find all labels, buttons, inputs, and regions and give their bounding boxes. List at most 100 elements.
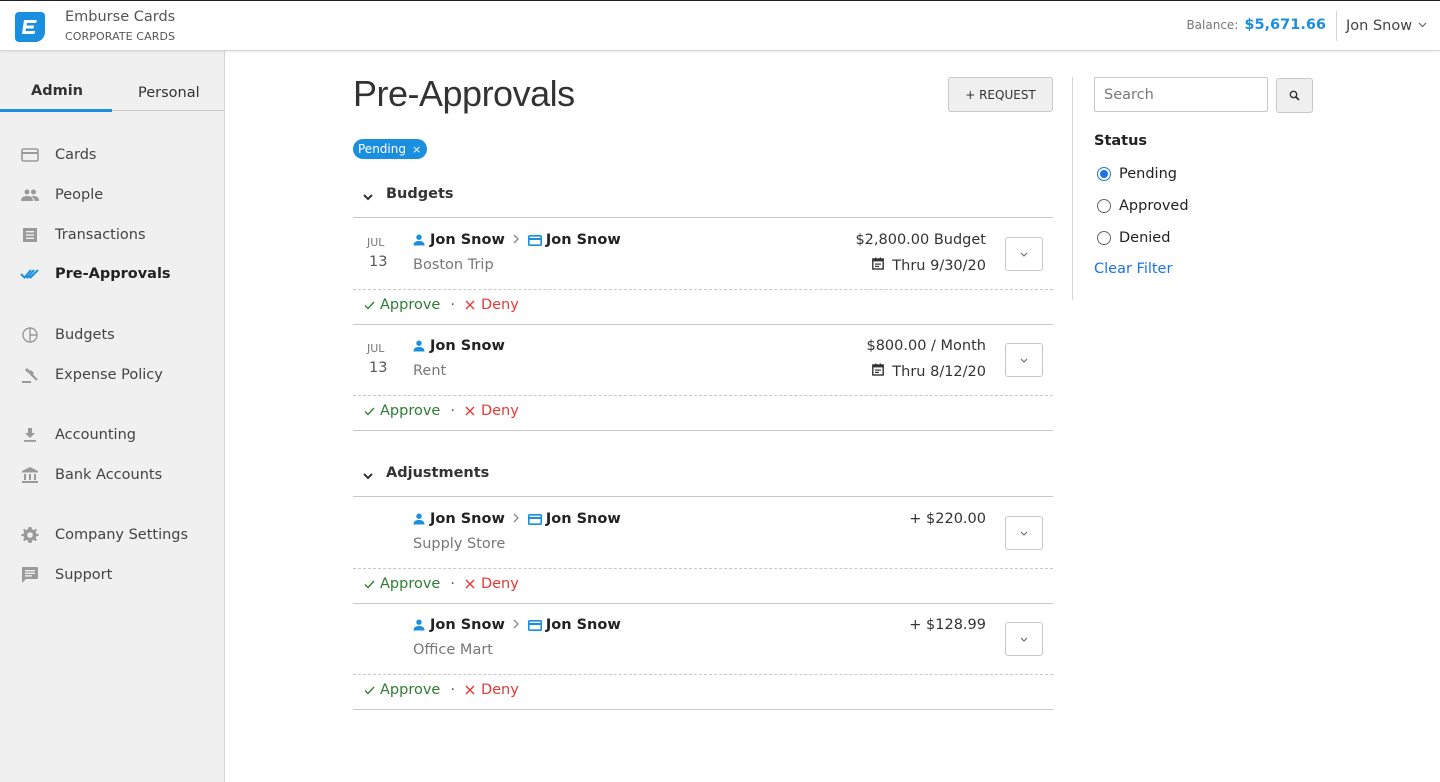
approve-button[interactable]: Approve — [364, 297, 440, 313]
sidebar-item-people[interactable]: People — [0, 183, 224, 207]
user-menu[interactable]: Jon Snow — [1346, 18, 1427, 34]
person-icon — [413, 234, 425, 246]
person-icon — [413, 513, 425, 525]
participants: Jon Snow Jon Snow — [413, 511, 621, 527]
receipt-icon — [20, 225, 40, 245]
deny-button[interactable]: Deny — [465, 576, 519, 592]
status-radio-approved[interactable]: Approved — [1097, 198, 1189, 214]
sidebar-item-support[interactable]: Support — [0, 563, 224, 587]
brand-name: Emburse Cards — [65, 9, 176, 25]
status-radio-pending[interactable]: Pending — [1097, 166, 1177, 182]
filter-chip-label: Pending — [358, 142, 406, 156]
to-card: Jon Snow — [545, 511, 621, 527]
tab-admin[interactable]: Admin — [31, 83, 83, 99]
list-item: Jon Snow Jon Snow Supply Store + $220.00… — [353, 498, 1053, 604]
expand-button[interactable] — [1005, 343, 1043, 377]
person-icon — [413, 619, 425, 631]
participants: Jon Snow Jon Snow — [413, 617, 621, 633]
sidebar-item-company-settings[interactable]: Company Settings — [0, 523, 224, 547]
close-icon — [465, 300, 475, 310]
check-icon — [364, 580, 375, 588]
from-user: Jon Snow — [430, 617, 505, 633]
sidebar-item-label: Cards — [55, 147, 97, 163]
from-user: Jon Snow — [430, 338, 505, 354]
divider — [1072, 77, 1073, 300]
approve-button[interactable]: Approve — [364, 576, 440, 592]
divider — [353, 674, 1053, 675]
separator: · — [450, 297, 455, 313]
calendar-icon — [872, 363, 885, 380]
people-icon — [20, 185, 40, 205]
approve-button[interactable]: Approve — [364, 682, 440, 698]
sidebar-item-expense-policy[interactable]: Expense Policy — [0, 363, 224, 387]
clear-filter-link[interactable]: Clear Filter — [1094, 261, 1172, 277]
expand-button[interactable] — [1005, 237, 1043, 271]
chat-icon — [20, 565, 40, 585]
search-icon — [1289, 90, 1300, 101]
divider — [1336, 11, 1337, 41]
close-icon — [465, 685, 475, 695]
request-button[interactable]: + REQUEST — [948, 77, 1053, 112]
search-button[interactable] — [1276, 78, 1313, 113]
chevron-right-icon — [513, 618, 519, 632]
sidebar: Admin Personal Cards People Transactions… — [0, 51, 225, 782]
emburse-logo-icon[interactable] — [15, 12, 45, 42]
approve-label: Approve — [380, 576, 441, 592]
sidebar-item-transactions[interactable]: Transactions — [0, 223, 224, 247]
status-radio-denied[interactable]: Denied — [1097, 230, 1170, 246]
approve-button[interactable]: Approve — [364, 403, 440, 419]
item-description: Rent — [413, 363, 447, 379]
thru-date: Thru 9/30/20 — [892, 257, 986, 274]
deny-button[interactable]: Deny — [465, 682, 519, 698]
sidebar-item-label: Pre-Approvals — [55, 266, 171, 282]
separator: · — [450, 403, 455, 419]
expand-button[interactable] — [1005, 622, 1043, 656]
divider — [353, 289, 1053, 290]
radio-unchecked[interactable] — [1097, 231, 1111, 245]
radio-label: Denied — [1119, 230, 1171, 246]
item-actions: Approve · Deny — [364, 576, 519, 592]
deny-button[interactable]: Deny — [465, 403, 519, 419]
card-icon — [527, 234, 542, 246]
sidebar-item-label: People — [55, 187, 104, 203]
top-bar: Emburse Cards CORPORATE CARDS Balance: $… — [0, 0, 1440, 51]
chevron-right-icon — [513, 512, 519, 526]
double-check-icon — [20, 264, 40, 284]
sidebar-item-bank-accounts[interactable]: Bank Accounts — [0, 463, 224, 487]
tab-personal[interactable]: Personal — [138, 85, 200, 101]
filter-chip-pending: Pending × — [353, 139, 428, 159]
list-item: JUL 13 Jon Snow Jon Snow Boston Trip $2,… — [353, 219, 1053, 325]
chevron-down-icon — [1020, 252, 1028, 257]
expand-button[interactable] — [1005, 516, 1043, 550]
from-user: Jon Snow — [430, 511, 505, 527]
deny-button[interactable]: Deny — [465, 297, 519, 313]
sidebar-item-accounting[interactable]: Accounting — [0, 423, 224, 447]
section-title: Adjustments — [386, 465, 490, 481]
deny-label: Deny — [480, 403, 519, 419]
separator: · — [450, 682, 455, 698]
chevron-down-icon[interactable] — [361, 189, 375, 203]
item-description: Supply Store — [413, 536, 506, 552]
approve-label: Approve — [380, 403, 441, 419]
approve-label: Approve — [380, 297, 441, 313]
section-adjustments: Adjustments — [353, 457, 1053, 497]
date-day: 13 — [369, 360, 388, 376]
item-actions: Approve · Deny — [364, 403, 519, 419]
close-icon[interactable]: × — [412, 143, 421, 156]
sidebar-item-label: Budgets — [55, 327, 115, 343]
chevron-down-icon[interactable] — [361, 468, 375, 482]
participants: Jon Snow — [413, 338, 505, 354]
radio-unchecked[interactable] — [1097, 199, 1111, 213]
search-input[interactable] — [1094, 77, 1268, 112]
to-card: Jon Snow — [545, 617, 621, 633]
sidebar-item-budgets[interactable]: Budgets — [0, 323, 224, 347]
item-amount: $800.00 / Month — [866, 338, 986, 354]
sidebar-item-cards[interactable]: Cards — [0, 143, 224, 167]
gear-icon — [20, 525, 40, 545]
item-description: Boston Trip — [413, 257, 494, 273]
date-month: JUL — [367, 342, 385, 355]
date-month: JUL — [367, 236, 385, 249]
sidebar-item-pre-approvals[interactable]: Pre-Approvals — [0, 262, 224, 286]
radio-checked[interactable] — [1097, 167, 1111, 181]
user-name: Jon Snow — [1346, 18, 1413, 34]
